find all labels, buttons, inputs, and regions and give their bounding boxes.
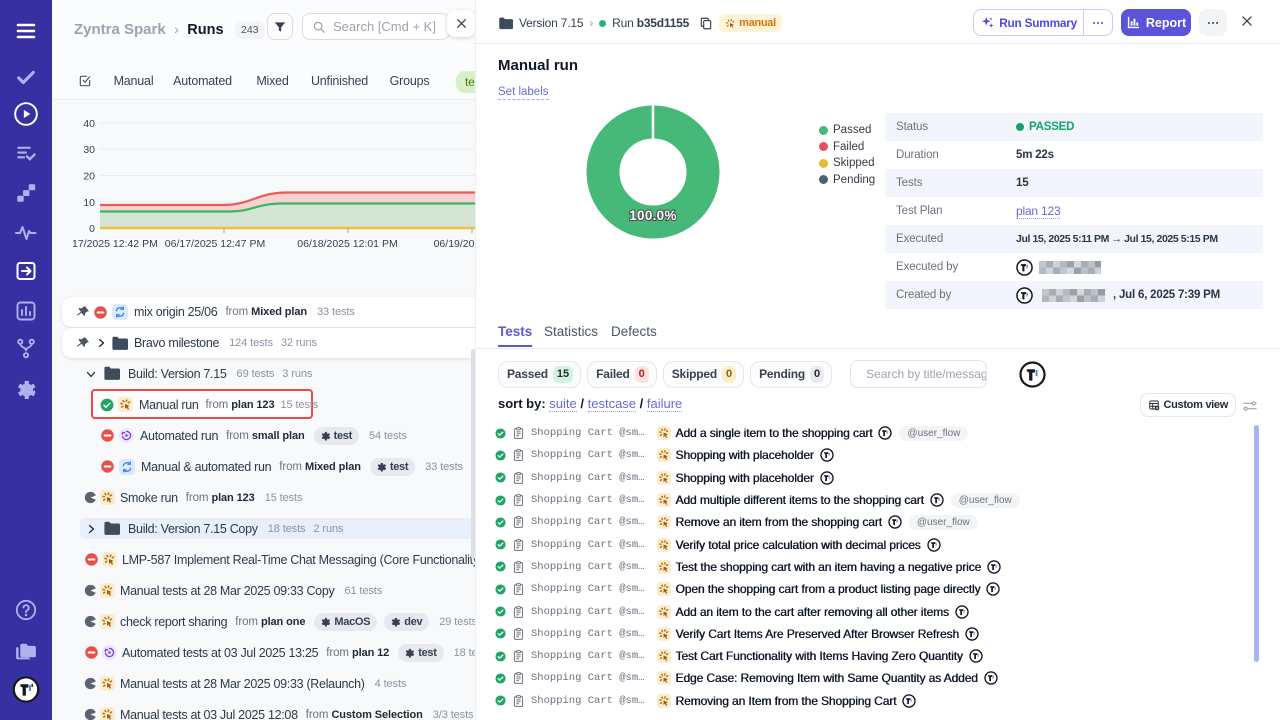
svg-text:0: 0	[89, 223, 95, 235]
svg-text:06/18/2025 12:01 PM: 06/18/2025 12:01 PM	[297, 238, 397, 250]
svg-text:100.0%: 100.0%	[629, 208, 677, 223]
svg-text:17/2025 12:42 PM: 17/2025 12:42 PM	[72, 238, 158, 250]
svg-text:20: 20	[83, 171, 95, 183]
svg-text:06/17/2025 12:47 PM: 06/17/2025 12:47 PM	[165, 238, 265, 250]
svg-text:10: 10	[83, 197, 95, 209]
svg-text:30: 30	[83, 144, 95, 156]
svg-text:06/19/2025 12:0: 06/19/2025 12:0	[434, 238, 475, 250]
svg-text:40: 40	[83, 118, 95, 130]
